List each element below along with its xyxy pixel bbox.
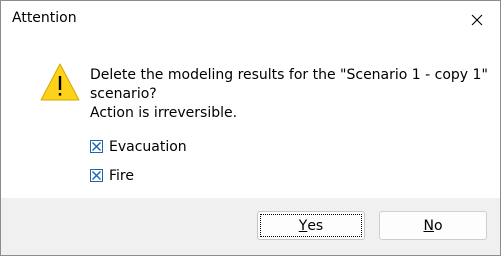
no-mnemonic: N (423, 217, 434, 234)
checkbox-label: Evacuation (109, 138, 187, 155)
message-line: Action is irreversible. (90, 105, 238, 121)
title-bar[interactable]: Attention (1, 1, 500, 38)
yes-label-rest: es (307, 217, 324, 234)
fire-checkbox[interactable]: Fire (90, 167, 134, 184)
button-bar: Yes No (1, 198, 500, 255)
message-line: scenario? (90, 86, 157, 102)
checkbox-label: Fire (109, 167, 134, 184)
evacuation-checkbox[interactable]: Evacuation (90, 138, 187, 155)
no-button[interactable]: No (379, 211, 487, 240)
dialog-title: Attention (12, 10, 77, 26)
message-text: Delete the modeling results for the "Sce… (90, 66, 490, 123)
dialog-window: Attention Delete the modeling results fo… (0, 0, 501, 256)
close-button[interactable] (454, 1, 500, 38)
close-icon (471, 14, 483, 26)
yes-button[interactable]: Yes (257, 211, 365, 240)
checkbox-box[interactable] (90, 140, 103, 153)
yes-mnemonic: Y (298, 217, 308, 234)
checkbox-box[interactable] (90, 169, 103, 182)
warning-icon (39, 62, 81, 103)
no-label-rest: o (433, 217, 443, 234)
message-line: Delete the modeling results for the "Sce… (90, 67, 488, 83)
